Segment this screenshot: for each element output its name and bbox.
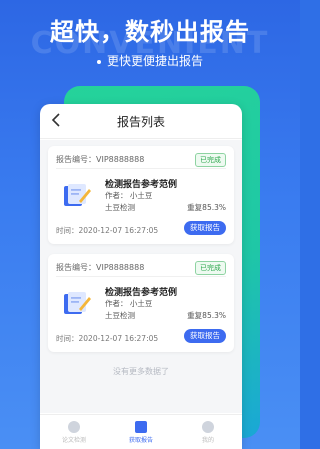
report-author: 作者： 小土豆 — [105, 191, 153, 200]
report-time: 时间：2020-12-07 16:27:05 — [56, 226, 159, 235]
tab-bar: 论文检测 获取报告 我的 — [40, 414, 242, 449]
get-report-button[interactable]: 获取报告 — [184, 329, 226, 343]
report-number: 报告编号：VIP8888888 — [56, 155, 145, 164]
duplicate-rate: 重复85.3% — [187, 311, 226, 320]
report-author: 作者： 小土豆 — [105, 299, 153, 308]
status-badge: 已完成 — [195, 261, 226, 275]
report-title: 检测报告参考范例 — [105, 180, 178, 190]
duplicate-rate: 重复85.3% — [187, 203, 226, 212]
shield-icon — [68, 421, 80, 433]
tab-get-report[interactable]: 获取报告 — [121, 421, 161, 444]
report-time: 时间：2020-12-07 16:27:05 — [56, 334, 159, 343]
divider — [56, 168, 226, 169]
list-end-text: 没有更多数据了 — [113, 367, 169, 376]
tab-mine[interactable]: 我的 — [188, 421, 228, 444]
report-list[interactable]: 报告编号：VIP8888888 已完成 检测报告参考范例 作者： 小土豆 土豆检… — [40, 140, 242, 413]
tab-label: 我的 — [201, 437, 214, 444]
report-document-icon — [64, 184, 91, 206]
promo-subline: 更快更便捷出报告 — [0, 52, 300, 69]
user-icon — [202, 421, 214, 433]
nav-bar: 报告列表 — [40, 104, 242, 139]
get-report-button[interactable]: 获取报告 — [184, 221, 226, 235]
report-school: 土豆检测 — [105, 203, 135, 212]
promo-headline: 超快，数秒出报告 — [50, 18, 250, 46]
status-badge: 已完成 — [195, 153, 226, 167]
promo-subline-text: 更快更便捷出报告 — [106, 54, 203, 68]
report-card[interactable]: 报告编号：VIP8888888 已完成 检测报告参考范例 作者： 小土豆 土豆检… — [48, 254, 234, 352]
bullet-icon — [96, 59, 101, 64]
document-icon — [135, 421, 147, 433]
report-school: 土豆检测 — [105, 311, 135, 320]
page-title: 报告列表 — [116, 115, 165, 129]
tab-label: 论文检测 — [61, 437, 86, 444]
tab-label: 获取报告 — [128, 437, 153, 444]
divider — [56, 276, 226, 277]
report-document-icon — [64, 292, 91, 314]
tab-paper-check[interactable]: 论文检测 — [54, 421, 94, 444]
report-title: 检测报告参考范例 — [105, 288, 178, 298]
report-card[interactable]: 报告编号：VIP8888888 已完成 检测报告参考范例 作者： 小土豆 土豆检… — [48, 146, 234, 244]
phone-screen: 报告列表 报告编号：VIP8888888 已完成 检测报告参考范例 作者： 小土… — [40, 104, 242, 449]
report-number: 报告编号：VIP8888888 — [56, 263, 145, 272]
